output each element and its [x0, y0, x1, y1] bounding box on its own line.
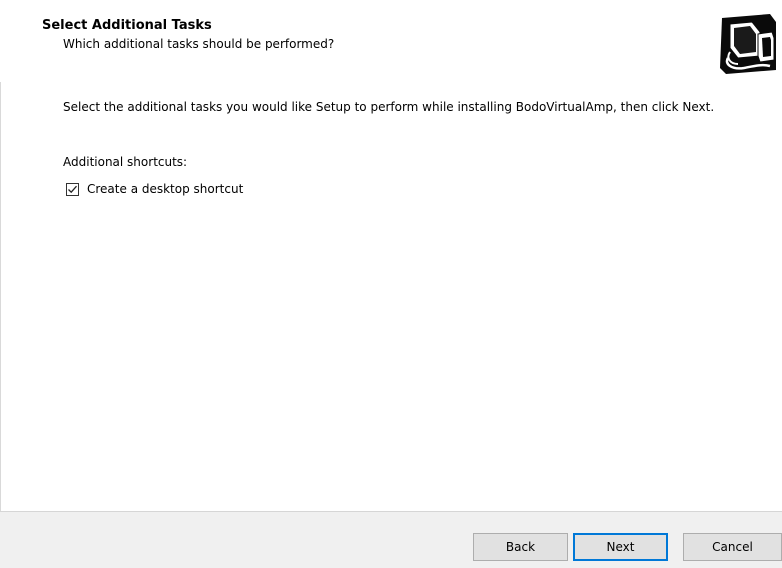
next-button[interactable]: Next [573, 533, 668, 561]
desktop-shortcut-checkbox[interactable] [66, 182, 79, 196]
desktop-shortcut-option[interactable]: Create a desktop shortcut [66, 182, 243, 196]
back-button[interactable]: Back [473, 533, 568, 561]
setup-computer-icon [718, 12, 778, 76]
page-title: Select Additional Tasks [42, 18, 212, 33]
instruction-text: Select the additional tasks you would li… [63, 100, 715, 114]
wizard-header: Select Additional Tasks Which additional… [0, 0, 782, 82]
additional-shortcuts-label: Additional shortcuts: [63, 155, 188, 169]
cancel-button[interactable]: Cancel [683, 533, 782, 561]
page-subtitle: Which additional tasks should be perform… [63, 37, 335, 51]
checkmark-icon [68, 185, 77, 193]
window-left-border [0, 0, 1, 568]
desktop-shortcut-label: Create a desktop shortcut [87, 182, 244, 196]
wizard-footer: Back Next Cancel [0, 511, 782, 568]
setup-wizard-window: Select Additional Tasks Which additional… [0, 0, 782, 568]
